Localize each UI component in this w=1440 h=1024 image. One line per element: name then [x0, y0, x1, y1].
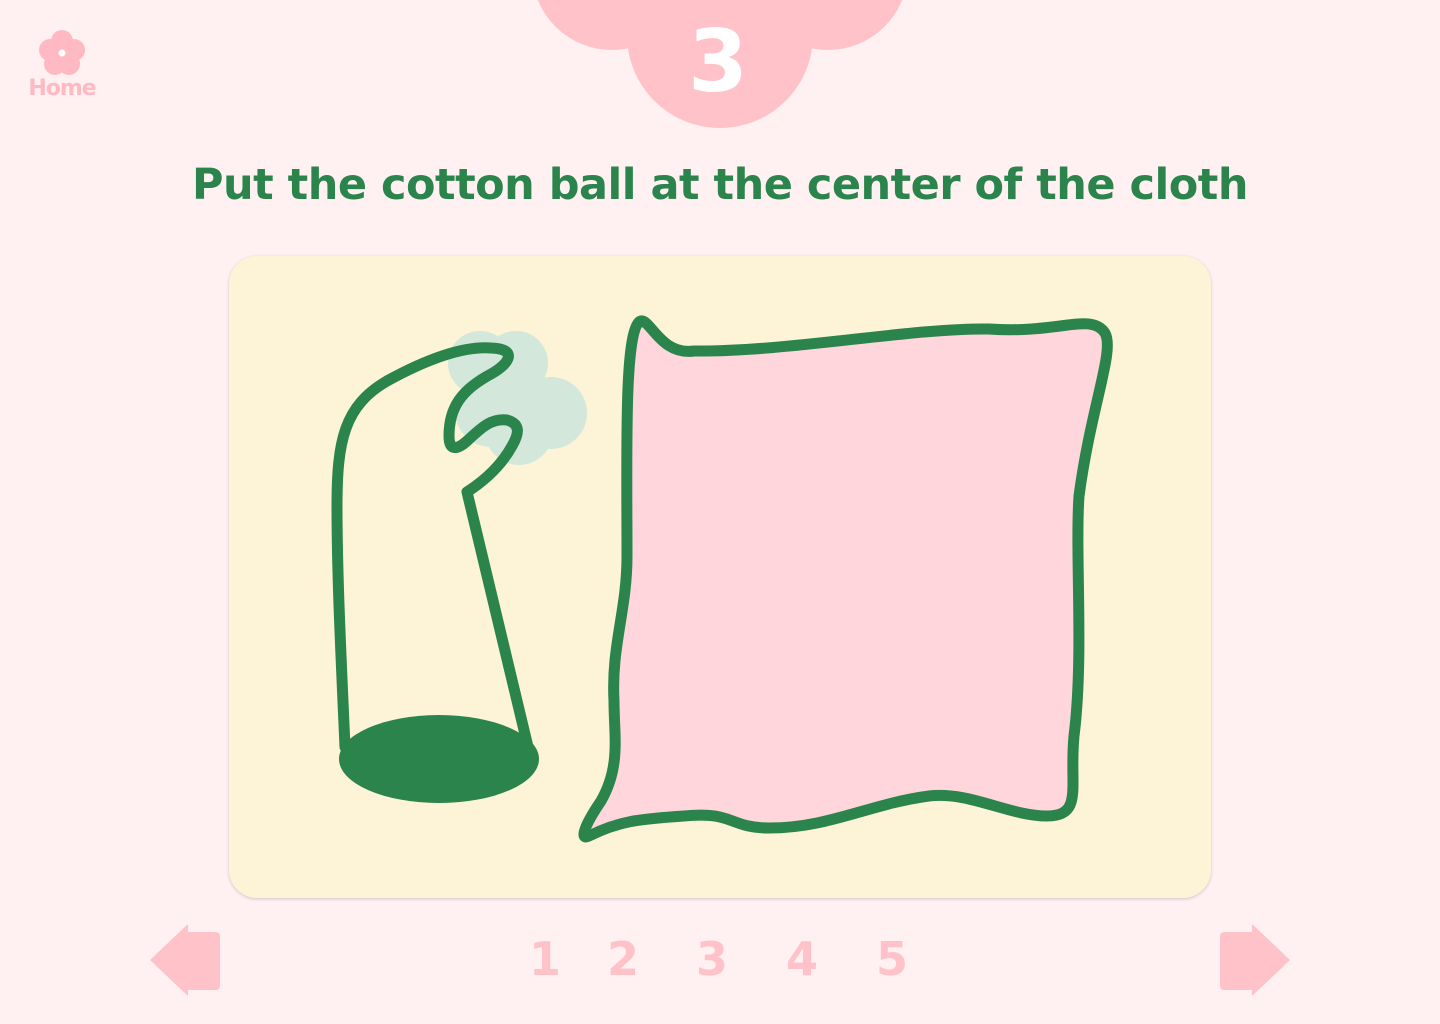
- arrow-right-icon[interactable]: [1216, 920, 1292, 1000]
- home-button[interactable]: Home: [24, 28, 100, 104]
- page-5-button[interactable]: 5: [867, 932, 917, 986]
- step-number: 3: [688, 12, 748, 112]
- instruction-text: Put the cotton ball at the center of the…: [192, 160, 1248, 210]
- arrow-left-icon[interactable]: [148, 920, 224, 1000]
- activity-stage: [229, 256, 1211, 898]
- hand-icon: [331, 342, 539, 803]
- page-2-button[interactable]: 2: [598, 932, 648, 986]
- cloth[interactable]: [578, 315, 1113, 843]
- page-1-button[interactable]: 1: [520, 932, 570, 986]
- page-3-button[interactable]: 3: [687, 932, 737, 986]
- home-label: Home: [28, 76, 96, 101]
- flower-icon: [39, 30, 85, 75]
- pager: 1 2 3 4 5: [520, 932, 920, 992]
- page-4-button[interactable]: 4: [777, 932, 827, 986]
